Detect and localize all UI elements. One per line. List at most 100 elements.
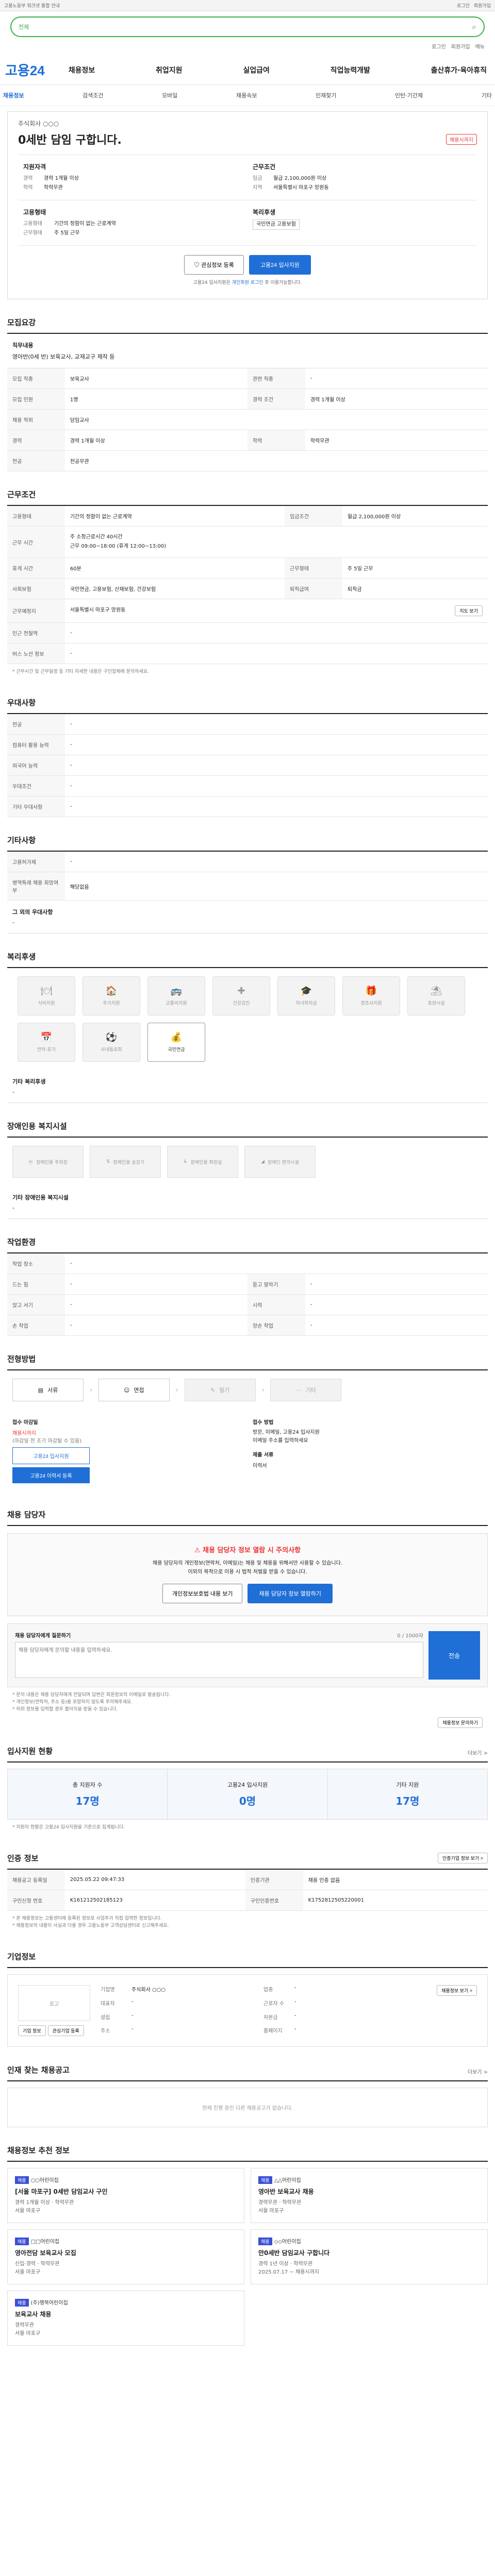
search-scope[interactable]: 전체 xyxy=(19,23,29,31)
site-logo[interactable]: 고용24 xyxy=(5,60,45,79)
card-head: 채용 △△어린이집 xyxy=(258,2176,480,2184)
cell-key: 병역특례 채용 희망여부 xyxy=(7,872,65,901)
table-row: 우대조건 - xyxy=(7,775,488,796)
manager-notes: * 문의 내용은 채용 담당자에게 전달되며 답변은 회원정보의 이메일로 발송… xyxy=(12,1692,171,1712)
job-card[interactable]: 채용 (주)행복어린이집보육교사 채용경력무관 서울 마포구 xyxy=(7,2291,244,2346)
signup-link[interactable]: 회원가입 xyxy=(474,2,491,9)
search-icon[interactable]: ⌕ xyxy=(472,22,476,32)
favorite-button[interactable]: ♡ 관심정보 등록 xyxy=(184,255,244,275)
welfare-etc-label: 기타 복리후생 xyxy=(12,1078,46,1085)
welfare-etc-value: - xyxy=(12,1089,14,1095)
inquiry-send-button[interactable]: 전송 xyxy=(428,1631,480,1680)
condition-table: 고용형태 기간의 정함이 없는 근로계약 임금조건 월급 2,100,000원 이상 … xyxy=(7,506,488,664)
cell-key: 사회보험 xyxy=(7,578,65,599)
cell-value: - xyxy=(64,622,488,643)
login-link[interactable]: 로그인 xyxy=(457,2,470,9)
stat-label: 고용24 입사지원 xyxy=(227,1782,268,1788)
subnav-item[interactable]: 인턴·기간제 xyxy=(395,91,423,99)
job-card[interactable]: 채용 △△어린이집 영아반 보육교사 채용 경력무관 · 학력무관 서울 마포구 xyxy=(251,2168,488,2223)
disability-list: Ⓟ 장애인용 주차장 ⇅ 장애인용 승강기 ♿ 장애인용 화장실 ◢ 장애인 편의시설 xyxy=(7,1138,488,1186)
company-info-button[interactable]: 기업 정보 xyxy=(18,2025,46,2036)
kv-key: 지역 xyxy=(253,185,262,191)
table-row: 전공 - xyxy=(7,714,488,735)
notice-post: 후 이용가능합니다. xyxy=(263,280,302,285)
favorite-company-button[interactable]: 관심기업 등록 xyxy=(47,2025,84,2036)
elevator-icon: ⇅ xyxy=(106,1159,110,1164)
util-signup[interactable]: 회원가입 xyxy=(451,42,470,50)
section-title-row: 인증 정보 인증기업 정보 보기 > xyxy=(7,1853,488,1870)
cell-key: 외국어 능력 xyxy=(7,755,65,776)
subnav-item[interactable]: 채용속보 xyxy=(236,91,257,99)
footer-space xyxy=(7,2346,488,2377)
search-input[interactable] xyxy=(34,23,472,30)
similar-list: 채용 ○○어린이집 [서울 마포구] 0세반 담임교사 구인 경력 1개월 이상 · … xyxy=(7,2168,488,2346)
card-head: 채용 (주)행복어린이집 xyxy=(15,2298,237,2307)
util-login[interactable]: 로그인 xyxy=(432,42,446,50)
job-summary: 주식회사 ○○○ 0세반 담임 구합니다. 채용시까지 지원자격 경력 경력 1개… xyxy=(7,111,488,299)
welfare-item: 📅 연차·휴가 xyxy=(18,1023,75,1062)
table-row: 작업 장소 - xyxy=(7,1253,488,1274)
gnb-item[interactable]: 출산휴가·육아휴직 xyxy=(428,65,490,75)
resume-register-button[interactable]: 고용24 이력서 등록 xyxy=(12,1467,90,1483)
gnb-item[interactable]: 실업급여 xyxy=(240,65,273,75)
apply-online-button[interactable]: 고용24 입사지원 xyxy=(12,1447,90,1464)
address-text: 서울특별시 마포구 망원동 xyxy=(70,607,126,613)
card-title[interactable]: 보육교사 채용 xyxy=(15,2310,237,2318)
subnav-item[interactable]: 기타 xyxy=(482,91,492,99)
company-jobs-button[interactable]: 채용정보 보기 > xyxy=(437,1985,477,1996)
welfare-item-label: 사내동호회 xyxy=(101,1047,122,1053)
qa-button[interactable]: 채용정보 문의하기 xyxy=(438,1717,483,1728)
privacy-law-button[interactable]: 개인정보보호법 내용 보기 xyxy=(162,1584,243,1603)
process-step: ⋯ 기타 xyxy=(270,1379,342,1401)
welfare-list: 🍽 식비지원 🏠 주거지원 🚌 교통비지원 ✚ 건강검진 🎓 자녀학자금 🎁 경조사지원 ⛱ 휴양시설 📅 연… xyxy=(7,968,488,1070)
util-row: 로그인 회원가입 메뉴 xyxy=(0,42,495,50)
company-logo: 로고 xyxy=(18,1985,90,2021)
search-box: 전체 ⌕ xyxy=(10,16,485,37)
inquiry-textarea[interactable] xyxy=(15,1642,423,1678)
cell-value: 1명 xyxy=(64,388,248,410)
card-title[interactable]: 영아반 보육교사 채용 xyxy=(258,2187,480,2196)
card-meta: 경력무관 서울 마포구 xyxy=(15,2323,41,2336)
card-title[interactable]: 만0세반 담임교사 구합니다 xyxy=(258,2248,480,2257)
kv-key: 고용형태 xyxy=(23,221,42,227)
view-manager-button[interactable]: 채용 담당자 정보 열람하기 xyxy=(248,1584,333,1603)
cert-info-button[interactable]: 인증기업 정보 보기 > xyxy=(438,1853,488,1863)
welfare-item-label: 자녀학자금 xyxy=(295,1001,317,1006)
others-more-link[interactable]: 더보기 > xyxy=(468,2067,488,2075)
card-title[interactable]: 영아전담 보육교사 모집 xyxy=(15,2248,237,2257)
summary-cell-title: 고용형태 xyxy=(23,209,46,216)
global-nav: 고용24 채용정보 취업지원 실업급여 직업능력개발 출산휴가·육아휴직 xyxy=(0,50,495,85)
job-card[interactable]: 채용 ◇◇어린이집 만0세반 담임교사 구합니다 경력 1년 이상 · 학력무관 20… xyxy=(251,2229,488,2284)
cell-value: 전공무관 xyxy=(64,450,488,471)
cell-key: 근무 시간 xyxy=(7,526,65,558)
subnav-item[interactable]: 검색조건 xyxy=(82,91,103,99)
apply-area: 접수 마감일 채용시까지 (마감일 전 조기 마감될 수 있음) 고용24 입사… xyxy=(7,1410,488,1492)
cell-value: 보육교사 xyxy=(64,368,248,389)
job-card[interactable]: 채용 ○○어린이집 [서울 마포구] 0세반 담임교사 구인 경력 1개월 이상 · … xyxy=(7,2168,244,2223)
card-tag: 채용 xyxy=(15,2238,29,2245)
gnb-item[interactable]: 채용정보 xyxy=(65,65,98,75)
applicants-more-link[interactable]: 더보기 > xyxy=(468,1749,488,1756)
section-title: 인증 정보 xyxy=(7,1854,39,1863)
cell-key: 관련 직종 xyxy=(248,368,305,389)
map-button[interactable]: 지도 보기 xyxy=(455,605,483,616)
subnav-item[interactable]: 인재찾기 xyxy=(316,91,336,99)
company-buttons: 기업 정보 관심기업 등록 xyxy=(18,2025,90,2036)
subnav-item[interactable]: 채용정보 xyxy=(3,91,24,99)
card-title[interactable]: [서울 마포구] 0세반 담임교사 구인 xyxy=(15,2187,237,2196)
company-name[interactable]: 주식회사 ○○○ xyxy=(18,119,477,128)
util-menu[interactable]: 메뉴 xyxy=(475,42,485,50)
gnb-item[interactable]: 취업지원 xyxy=(153,65,186,75)
apply-button[interactable]: 고용24 입사지원 xyxy=(249,255,311,275)
cell-value: - xyxy=(305,1315,488,1336)
summary-cell: 복리후생 국민연금 고용보험 xyxy=(248,200,477,246)
subnav-item[interactable]: 모바일 xyxy=(162,91,177,99)
table-row: 근무예정지 서울특별시 마포구 망원동 지도 보기 xyxy=(7,599,488,623)
step-label: 기타 xyxy=(305,1387,317,1394)
job-card[interactable]: 채용 □□어린이집 영아전담 보육교사 모집 신입·경력 · 학력무관 서울 마포구 xyxy=(7,2229,244,2284)
gnb-item[interactable]: 직업능력개발 xyxy=(327,65,373,75)
deadline-badge: 채용시까지 xyxy=(446,133,477,145)
disability-item: ♿ 장애인용 화장실 xyxy=(167,1146,238,1178)
cell-key: 인증기관 xyxy=(245,1870,303,1890)
member-login-link[interactable]: 개인회원 로그인 xyxy=(232,280,263,285)
